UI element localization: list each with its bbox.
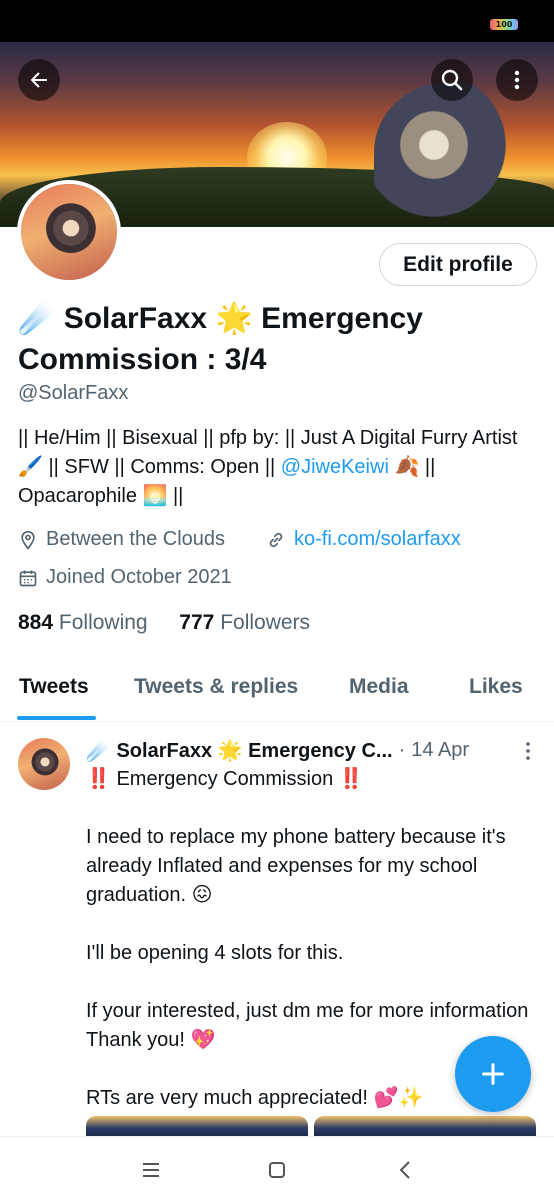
profile-website[interactable]: ko-fi.com/solarfaxx xyxy=(266,528,461,551)
tweet-media-1[interactable] xyxy=(86,1116,308,1138)
tweet-media-2[interactable] xyxy=(314,1116,536,1138)
nav-home-button[interactable] xyxy=(262,1155,292,1185)
search-icon xyxy=(441,69,463,91)
tab-tweets[interactable]: Tweets xyxy=(19,675,89,699)
profile-bio: || He/Him || Bisexual || pfp by: || Just… xyxy=(18,427,518,507)
active-tab-indicator xyxy=(17,716,96,720)
chevron-left-icon xyxy=(399,1161,410,1179)
website-link[interactable]: ko-fi.com/solarfaxx xyxy=(294,528,461,551)
plus-icon xyxy=(482,1063,504,1085)
tweet-author[interactable]: ☄️ SolarFaxx 🌟 Emergency C... xyxy=(86,738,393,763)
tab-media[interactable]: Media xyxy=(349,675,409,699)
following-link[interactable]: 884 Following xyxy=(18,611,148,634)
edit-profile-button[interactable]: Edit profile xyxy=(379,243,537,286)
nav-recent-apps-button[interactable] xyxy=(136,1155,166,1185)
tab-tweets-replies[interactable]: Tweets & replies xyxy=(134,675,298,699)
link-icon xyxy=(269,532,283,547)
profile-avatar[interactable] xyxy=(17,180,121,284)
home-square-icon xyxy=(269,1162,285,1178)
tweet-more-button[interactable] xyxy=(520,740,536,767)
more-vertical-icon xyxy=(526,742,530,760)
tweet-header: ☄️ SolarFaxx 🌟 Emergency C... · 14 Apr xyxy=(86,738,470,763)
status-bar: 100 xyxy=(0,0,554,42)
back-button[interactable] xyxy=(18,59,60,101)
display-name: ☄️ SolarFaxx 🌟 Emergency Commission : 3/… xyxy=(18,301,423,376)
profile-handle: @SolarFaxx xyxy=(18,382,129,404)
tab-likes[interactable]: Likes xyxy=(469,675,523,699)
system-nav-bar xyxy=(0,1136,554,1201)
followers-link[interactable]: 777 Followers xyxy=(179,611,310,634)
search-button[interactable] xyxy=(431,59,473,101)
profile-location: Between the Clouds xyxy=(18,528,225,551)
follow-stats: 884 Following 777 Followers xyxy=(18,611,310,635)
arrow-left-icon xyxy=(30,72,47,88)
profile-joined: Joined October 2021 xyxy=(18,566,232,589)
nav-back-button[interactable] xyxy=(390,1155,420,1185)
battery-icon: 100 xyxy=(490,19,518,30)
compose-tweet-button[interactable] xyxy=(455,1036,531,1112)
location-pin-icon xyxy=(21,530,35,550)
profile-tabs: Tweets Tweets & replies Media Likes xyxy=(0,665,554,722)
menu-icon xyxy=(143,1163,159,1177)
tweet-date[interactable]: 14 Apr xyxy=(411,739,469,762)
bio-mention-link[interactable]: @JiweKeiwi xyxy=(281,456,389,478)
more-options-button[interactable] xyxy=(496,59,538,101)
calendar-icon xyxy=(19,570,37,586)
tweet-avatar[interactable] xyxy=(18,738,70,790)
more-vertical-icon xyxy=(514,70,520,90)
